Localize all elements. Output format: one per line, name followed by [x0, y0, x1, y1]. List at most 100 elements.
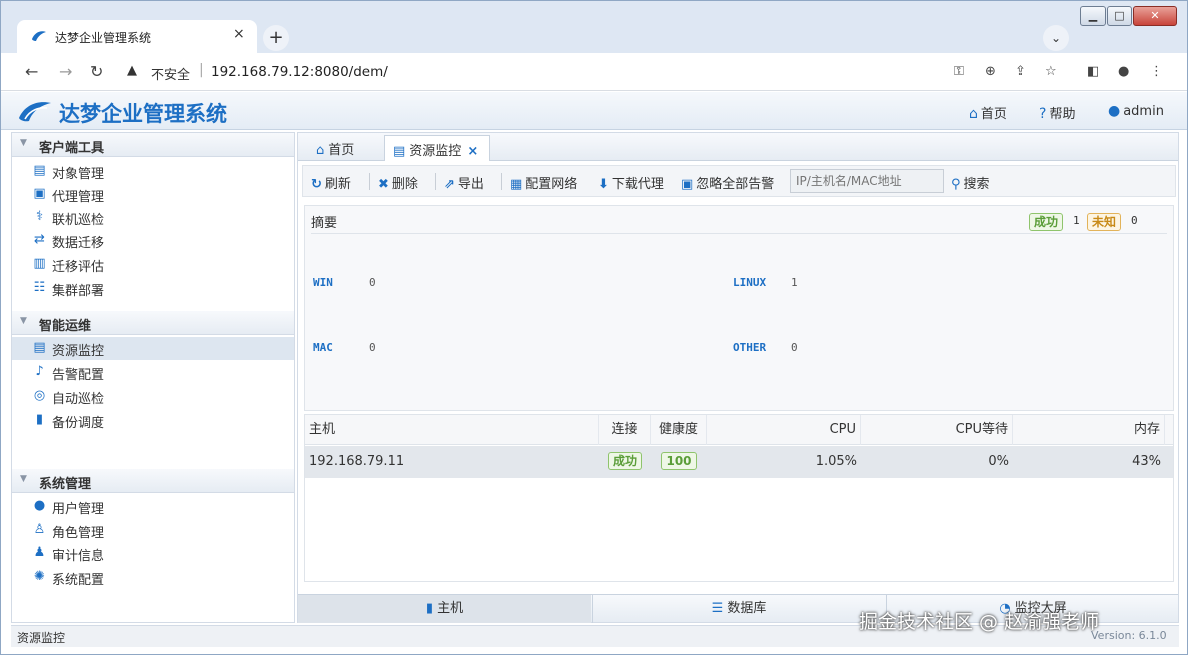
- connection-status-badge: 成功: [607, 452, 642, 470]
- os-linux-label: LINUX: [733, 276, 767, 289]
- sidebar-group-title: 系统管理: [39, 477, 92, 492]
- share-icon[interactable]: ⇪: [1015, 64, 1026, 79]
- sidebar-group-client-tools[interactable]: ▼ 客户端工具: [12, 133, 294, 157]
- app-title: 达梦企业管理系统: [59, 102, 227, 126]
- app-header: 达梦企业管理系统 ⌂ 首页 ? 帮助 ● admin: [1, 92, 1187, 130]
- backup-icon: ▮: [35, 412, 44, 427]
- refresh-button[interactable]: ↻ 刷新: [311, 173, 351, 192]
- bottom-tab-host[interactable]: ▮ 主机: [298, 595, 591, 623]
- tab-home[interactable]: ⌂ 首页: [308, 135, 380, 161]
- configure-network-button[interactable]: ▦ 配置网络: [510, 173, 577, 192]
- sidebar-group-intelligent-ops[interactable]: ▼ 智能运维: [12, 311, 294, 335]
- bottom-tab-label: 数据库: [727, 601, 767, 616]
- cluster-icon: ☷: [33, 280, 46, 295]
- address-bar[interactable]: ▲ 不安全 | 192.168.79.12:8080/dem/ ⚿ ⊕ ⇪ ☆ …: [116, 58, 1176, 86]
- reload-icon[interactable]: ↻: [90, 62, 103, 81]
- collapse-arrow-icon: ▼: [20, 316, 27, 326]
- table-row[interactable]: 192.168.79.11 成功 100 1.05% 0% 43%: [305, 446, 1173, 478]
- sidebar-group-system-management[interactable]: ▼ 系统管理: [12, 469, 294, 493]
- close-window-icon[interactable]: ✕: [1133, 6, 1177, 26]
- header-help-link[interactable]: ? 帮助: [1039, 103, 1075, 122]
- main-panel: ⌂ 首页 ▤ 资源监控 × ↻ 刷新 ✖ 删除 ⇗ 导出 ▦ 配置网络 ⬇ 下载代理 ▣ 忽略全部…: [297, 132, 1179, 623]
- minimize-icon[interactable]: ▁: [1080, 6, 1106, 26]
- new-tab-button[interactable]: +: [263, 25, 289, 51]
- close-tab-icon[interactable]: ×: [233, 26, 245, 42]
- search-input[interactable]: [790, 169, 944, 193]
- ignore-alerts-button[interactable]: ▣ 忽略全部告警: [681, 173, 774, 192]
- forward-arrow-icon[interactable]: →: [59, 62, 72, 81]
- os-win-label: WIN: [313, 276, 333, 289]
- export-button[interactable]: ⇗ 导出: [444, 173, 484, 192]
- delete-icon: ✖: [378, 177, 389, 192]
- bottom-tab-database[interactable]: ☰ 数据库: [592, 595, 885, 623]
- sidebar-item-system-config[interactable]: ✺ 系统配置: [12, 566, 294, 589]
- sidebar-item-label: 代理管理: [52, 190, 105, 205]
- search-label: 搜索: [963, 177, 990, 192]
- sidebar-item-resource-monitor[interactable]: ▤ 资源监控: [12, 337, 294, 360]
- side-panel-icon[interactable]: ◧: [1087, 64, 1099, 79]
- search-button[interactable]: ⚲ 搜索: [951, 173, 990, 192]
- ignore-alerts-label: 忽略全部告警: [696, 177, 775, 192]
- os-mac-label: MAC: [313, 341, 333, 354]
- toolbar-separator: [435, 173, 436, 190]
- sidebar-item-audit-info[interactable]: ♟ 审计信息: [12, 542, 294, 565]
- agent-icon: ▣: [33, 186, 46, 201]
- not-secure-label[interactable]: 不安全: [151, 64, 190, 83]
- sidebar-item-alert-config[interactable]: ♪ 告警配置: [12, 361, 294, 384]
- os-other-label: OTHER: [733, 341, 767, 354]
- sidebar-item-object-management[interactable]: ▤ 对象管理: [12, 160, 294, 183]
- sidebar-item-role-management[interactable]: ♙ 角色管理: [12, 519, 294, 542]
- os-linux-count: 1: [791, 276, 798, 289]
- sidebar-item-data-migration[interactable]: ⇄ 数据迁移: [12, 229, 294, 252]
- download-agent-button[interactable]: ⬇ 下载代理: [598, 173, 664, 192]
- refresh-label: 刷新: [324, 177, 351, 192]
- column-health[interactable]: 健康度: [651, 415, 707, 445]
- bookmark-star-icon[interactable]: ☆: [1045, 64, 1057, 79]
- sidebar-item-user-management[interactable]: ● 用户管理: [12, 495, 294, 518]
- collapse-arrow-icon: ▼: [20, 474, 27, 484]
- alert-icon: ♪: [35, 364, 44, 379]
- sidebar-item-label: 自动巡检: [52, 392, 105, 407]
- url-text[interactable]: 192.168.79.12:8080/dem/: [211, 64, 388, 80]
- column-host[interactable]: 主机: [305, 415, 599, 445]
- close-tab-icon[interactable]: ×: [467, 144, 478, 159]
- header-home-link[interactable]: ⌂ 首页: [969, 103, 1007, 122]
- maximize-icon[interactable]: □: [1107, 6, 1132, 26]
- sidebar-item-label: 用户管理: [52, 502, 105, 517]
- sidebar-item-backup-schedule[interactable]: ▮ 备份调度: [12, 409, 294, 432]
- cell-health: 100: [651, 446, 707, 478]
- header-user-link[interactable]: ● admin: [1108, 103, 1164, 119]
- delete-button[interactable]: ✖ 删除: [378, 173, 418, 192]
- delete-label: 删除: [391, 177, 418, 192]
- column-cpu-wait[interactable]: CPU等待: [861, 415, 1013, 445]
- sidebar-item-agent-management[interactable]: ▣ 代理管理: [12, 183, 294, 206]
- browser-tab-title: 达梦企业管理系统: [55, 31, 152, 45]
- zoom-icon[interactable]: ⊕: [985, 64, 996, 79]
- back-arrow-icon[interactable]: ←: [25, 62, 38, 81]
- tab-search-icon[interactable]: ⌄: [1043, 25, 1069, 51]
- browser-tab[interactable]: 达梦企业管理系统 ×: [17, 20, 257, 53]
- tab-resource-monitor[interactable]: ▤ 资源监控 ×: [384, 135, 490, 161]
- host-table: 主机 连接 健康度 CPU CPU等待 内存 192.168.79.11 成功 …: [304, 414, 1174, 582]
- cell-cpu: 1.05%: [815, 454, 857, 469]
- sidebar-item-online-inspection[interactable]: ⚕ 联机巡检: [12, 206, 294, 229]
- column-connection[interactable]: 连接: [599, 415, 651, 445]
- sidebar-item-cluster-deploy[interactable]: ☷ 集群部署: [12, 277, 294, 300]
- sidebar-item-label: 角色管理: [52, 526, 105, 541]
- column-cpu[interactable]: CPU: [707, 415, 861, 445]
- export-icon: ⇗: [444, 177, 455, 192]
- key-icon[interactable]: ⚿: [954, 64, 964, 79]
- success-badge: 成功: [1029, 213, 1064, 231]
- sidebar-item-label: 资源监控: [52, 344, 105, 359]
- toolbar-separator: [501, 173, 502, 190]
- dameng-logo-icon: [19, 102, 51, 122]
- table-header: 主机 连接 健康度 CPU CPU等待 内存: [305, 415, 1173, 445]
- column-memory[interactable]: 内存: [1013, 415, 1165, 445]
- sidebar-item-migration-assessment[interactable]: ▥ 迁移评估: [12, 253, 294, 276]
- sidebar-item-auto-inspection[interactable]: ◎ 自动巡检: [12, 385, 294, 408]
- profile-icon[interactable]: ●: [1118, 64, 1129, 79]
- table-icon: ▤: [33, 163, 46, 178]
- warning-icon[interactable]: ▲: [127, 63, 137, 78]
- window-controls: ▁ □ ✕: [1080, 6, 1178, 28]
- browser-menu-icon[interactable]: ⋮: [1150, 64, 1163, 79]
